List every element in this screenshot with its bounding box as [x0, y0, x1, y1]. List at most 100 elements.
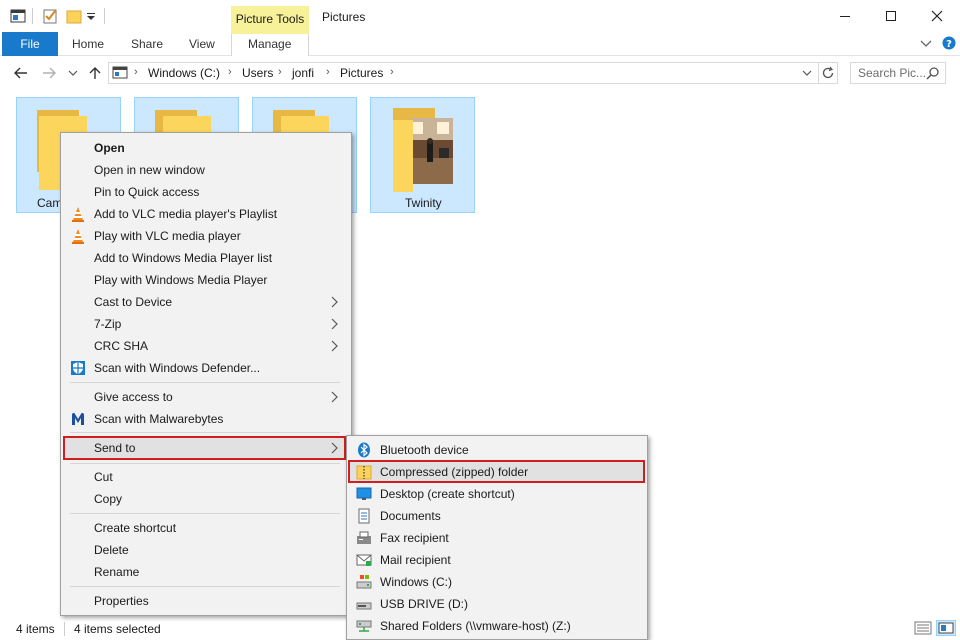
back-arrow-icon[interactable]: [14, 67, 28, 79]
refresh-icon[interactable]: [821, 66, 835, 80]
minimize-icon: [840, 16, 850, 17]
menu-item-scan-malwarebytes[interactable]: Scan with Malwarebytes: [94, 412, 223, 426]
folder-photo-thumbnail: [409, 118, 453, 184]
breadcrumb-pictures[interactable]: Pictures: [340, 66, 383, 80]
tab-share[interactable]: Share: [131, 37, 163, 51]
menu-separator: [70, 432, 340, 433]
folder-label: Cam: [37, 196, 63, 210]
menu-item-create-shortcut[interactable]: Create shortcut: [94, 521, 176, 535]
desktop-icon: [356, 487, 372, 500]
send-to-zipped-folder[interactable]: Compressed (zipped) folder: [380, 465, 528, 479]
send-to-fax[interactable]: Fax recipient: [380, 531, 449, 545]
send-to-windows-c[interactable]: Windows (C:): [380, 575, 452, 589]
menu-item-crc-sha[interactable]: CRC SHA: [94, 339, 148, 353]
send-to-mail[interactable]: Mail recipient: [380, 553, 451, 567]
breadcrumb-windows-c[interactable]: Windows (C:): [148, 66, 220, 80]
explorer-window-icon[interactable]: [10, 8, 26, 24]
menu-item-wmp-play[interactable]: Play with Windows Media Player: [94, 273, 267, 287]
address-history-chevron-icon[interactable]: [802, 70, 812, 76]
submenu-arrow-icon: [331, 340, 338, 352]
toolbar-divider: [104, 8, 105, 24]
address-divider: [818, 62, 819, 84]
breadcrumb-separator: ›: [228, 66, 232, 78]
forward-arrow-icon[interactable]: [42, 67, 56, 79]
menu-item-vlc-play[interactable]: Play with VLC media player: [94, 229, 241, 243]
menu-separator: [70, 463, 340, 464]
send-to-documents[interactable]: Documents: [380, 509, 441, 523]
tab-home[interactable]: Home: [72, 37, 104, 51]
item-count: 4 items: [16, 622, 55, 636]
menu-item-send-to[interactable]: Send to: [94, 441, 135, 455]
recent-locations-chevron-icon[interactable]: [68, 70, 78, 76]
folder-tile[interactable]: Twinity: [370, 97, 475, 213]
breadcrumb-jonfi[interactable]: jonfi: [292, 66, 314, 80]
menu-item-cut[interactable]: Cut: [94, 470, 113, 484]
ribbon-tabs: File Home Share View Manage ?: [0, 32, 960, 56]
folder-label: Twinity: [405, 196, 442, 210]
defender-icon: [71, 361, 85, 375]
menu-item-delete[interactable]: Delete: [94, 543, 129, 557]
status-divider: [64, 622, 65, 636]
submenu-arrow-icon: [331, 318, 338, 330]
menu-item-7zip[interactable]: 7-Zip: [94, 317, 121, 331]
menu-separator: [70, 382, 340, 383]
send-to-usb-drive[interactable]: USB DRIVE (D:): [380, 597, 468, 611]
selected-count: 4 items selected: [74, 622, 161, 636]
zip-folder-icon: [356, 465, 372, 480]
close-button[interactable]: [914, 0, 960, 32]
menu-separator: [70, 513, 340, 514]
submenu-arrow-icon: [331, 296, 338, 308]
picture-tools-label: Picture Tools: [235, 12, 305, 26]
tab-file[interactable]: File: [2, 32, 58, 56]
submenu-arrow-icon: [331, 391, 338, 403]
send-to-shared-folders[interactable]: Shared Folders (\\vmware-host) (Z:): [380, 619, 571, 633]
vlc-icon: [72, 229, 84, 244]
breadcrumb-separator: ›: [390, 66, 394, 78]
menu-item-open-new-window[interactable]: Open in new window: [94, 163, 205, 177]
drive-icon: [356, 575, 372, 589]
breadcrumb-users[interactable]: Users: [242, 66, 273, 80]
menu-item-open[interactable]: Open: [94, 141, 125, 155]
send-to-desktop[interactable]: Desktop (create shortcut): [380, 487, 515, 501]
usb-drive-icon: [356, 602, 372, 610]
maximize-button[interactable]: [868, 0, 914, 32]
help-icon[interactable]: ?: [942, 36, 956, 50]
tab-manage-accent: [231, 32, 309, 34]
menu-item-properties[interactable]: Properties: [94, 594, 149, 608]
menu-item-copy[interactable]: Copy: [94, 492, 122, 506]
menu-item-give-access[interactable]: Give access to: [94, 390, 173, 404]
breadcrumb-separator: ›: [326, 66, 330, 78]
search-placeholder: Search Pic...: [858, 66, 927, 80]
menu-item-cast-to-device[interactable]: Cast to Device: [94, 295, 172, 309]
toolbar-divider: [32, 8, 33, 24]
menu-item-wmp-add[interactable]: Add to Windows Media Player list: [94, 251, 272, 265]
menu-item-pin-quick-access[interactable]: Pin to Quick access: [94, 185, 199, 199]
malwarebytes-icon: [72, 412, 84, 425]
expand-ribbon-icon[interactable]: [920, 39, 932, 49]
breadcrumb-separator: ›: [278, 66, 282, 78]
maximize-icon: [886, 11, 896, 21]
properties-checkmark-icon[interactable]: [42, 8, 58, 24]
mail-icon: [356, 554, 372, 566]
large-icons-view-icon[interactable]: [936, 620, 956, 636]
customize-toolbar-dropdown-icon[interactable]: [86, 8, 96, 24]
menu-separator: [70, 586, 340, 587]
menu-item-vlc-playlist[interactable]: Add to VLC media player's Playlist: [94, 207, 277, 221]
tab-view[interactable]: View: [189, 37, 215, 51]
menu-item-rename[interactable]: Rename: [94, 565, 139, 579]
menu-item-scan-defender[interactable]: Scan with Windows Defender...: [94, 361, 260, 375]
send-to-bluetooth[interactable]: Bluetooth device: [380, 443, 469, 457]
submenu-arrow-icon: [331, 442, 338, 454]
minimize-button[interactable]: [822, 0, 868, 32]
fax-icon: [357, 531, 371, 544]
breadcrumb-separator: ›: [134, 66, 138, 78]
vlc-icon: [72, 207, 84, 222]
new-folder-icon[interactable]: [66, 8, 82, 24]
details-view-icon[interactable]: [914, 620, 932, 636]
search-icon[interactable]: [926, 66, 940, 80]
tab-manage[interactable]: Manage: [248, 37, 291, 51]
bluetooth-icon: [358, 442, 370, 458]
title-bar: Picture Tools Pictures: [0, 0, 960, 32]
up-arrow-icon[interactable]: [88, 66, 102, 80]
network-drive-icon: [356, 620, 372, 632]
